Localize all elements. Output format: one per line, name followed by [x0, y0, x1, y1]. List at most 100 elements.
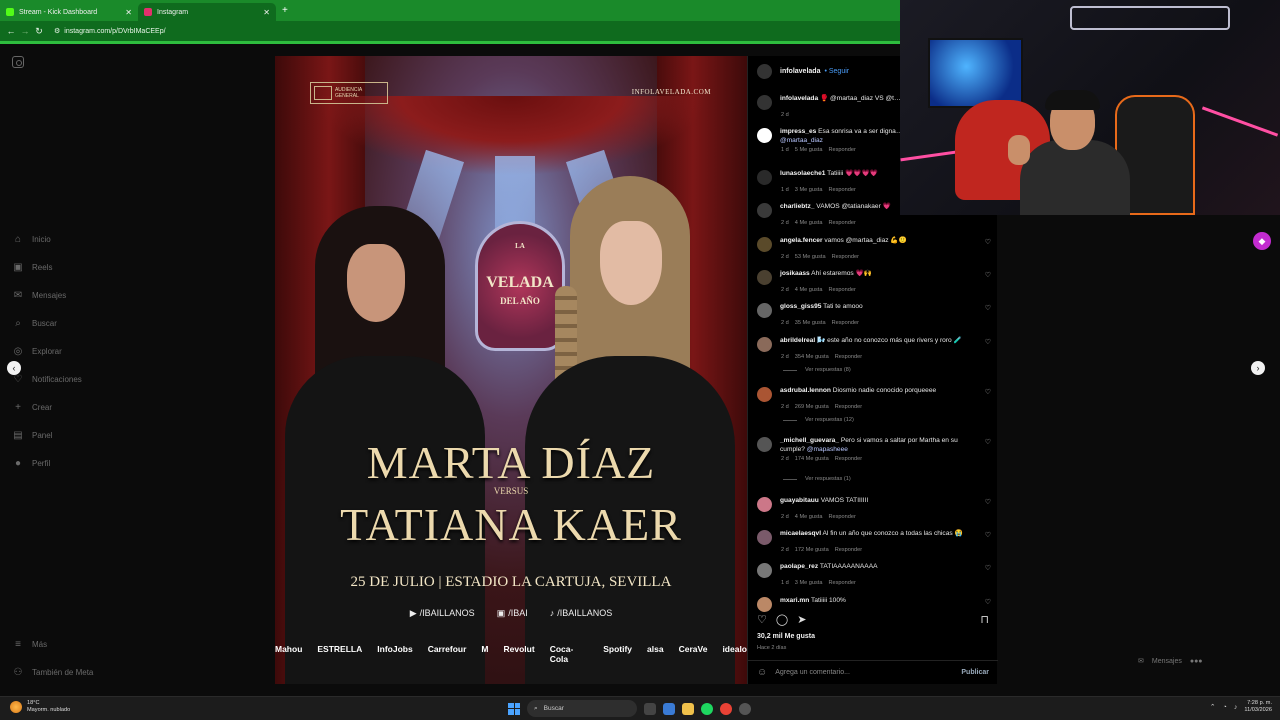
tab-instagram[interactable]: Instagram ✕ — [138, 3, 276, 21]
messages-dock[interactable]: ✉ Mensajes ●●● — [1138, 657, 1203, 666]
spotify-icon[interactable] — [701, 702, 713, 715]
file-explorer-icon[interactable] — [682, 702, 694, 715]
comment-user[interactable]: asdrubal.lennon — [780, 387, 831, 394]
reply-button[interactable]: Responder — [828, 220, 855, 226]
reply-button[interactable]: Responder — [828, 514, 855, 520]
speaker-icon[interactable]: ♪ — [1234, 704, 1238, 711]
sidebar-item-panel[interactable]: ▤ Panel — [12, 430, 52, 441]
close-tab-icon[interactable]: ✕ — [125, 8, 132, 17]
url-field[interactable]: ⚙ instagram.com/p/DVrbIMaCEEp/ — [54, 27, 166, 36]
share-send-icon[interactable]: ➤ — [797, 613, 806, 626]
comment-likes[interactable]: 174 Me gusta — [795, 456, 829, 462]
previous-post-arrow-icon[interactable]: ‹ — [7, 361, 21, 375]
comment-user[interactable]: paolape_rez — [780, 563, 818, 570]
comment-mention[interactable]: @mapasheee — [807, 446, 848, 453]
avatar[interactable] — [757, 203, 772, 218]
view-replies-button[interactable]: Ver respuestas (8) — [783, 367, 851, 373]
back-arrow-icon[interactable]: ← — [4, 26, 18, 36]
clock[interactable]: 7:28 p. m. 11/03/2026 — [1244, 700, 1272, 714]
reply-button[interactable]: Responder — [835, 456, 862, 462]
comment-likes[interactable]: 5 Me gusta — [795, 147, 823, 153]
avatar[interactable] — [757, 387, 772, 402]
avatar[interactable] — [757, 95, 772, 110]
like-heart-icon[interactable]: ♡ — [757, 613, 767, 626]
avatar[interactable] — [757, 63, 772, 79]
tab-kick-dashboard[interactable]: Stream - Kick Dashboard ✕ — [0, 3, 138, 21]
avatar[interactable] — [757, 237, 772, 252]
comment-user[interactable]: micaelaesqvl — [780, 530, 821, 537]
wifi-icon[interactable]: ◔ — [1223, 704, 1227, 711]
avatar[interactable] — [757, 270, 772, 285]
weather-widget[interactable]: 18°C Mayorm. nublado — [10, 700, 70, 714]
avatar[interactable] — [757, 170, 772, 185]
sidebar-item-meta[interactable]: ⚇ También de Meta — [12, 667, 94, 678]
close-tab-icon[interactable]: ✕ — [263, 8, 270, 17]
like-comment-heart-icon[interactable]: ♡ — [985, 531, 991, 539]
like-comment-heart-icon[interactable]: ♡ — [985, 598, 991, 606]
comment-user[interactable]: mxari.mn — [780, 597, 809, 604]
post-likes-count[interactable]: 30,2 mil Me gusta — [757, 633, 815, 640]
sidebar-item-perfil[interactable]: ● Perfil — [12, 458, 50, 469]
reply-button[interactable]: Responder — [828, 580, 855, 586]
comment-likes[interactable]: 3 Me gusta — [795, 580, 823, 586]
comment-likes[interactable]: 35 Me gusta — [795, 320, 826, 326]
emoji-smile-icon[interactable]: ☺ — [757, 667, 767, 678]
new-tab-button[interactable]: + — [282, 5, 288, 16]
like-comment-heart-icon[interactable]: ♡ — [985, 338, 991, 346]
like-comment-heart-icon[interactable]: ♡ — [985, 564, 991, 572]
site-info-icon[interactable]: ⚙ — [54, 27, 60, 35]
sidebar-item-explorar[interactable]: ◎ Explorar — [12, 346, 62, 357]
post-author[interactable]: infolavelada — [780, 68, 820, 75]
comment-user[interactable]: _michell_guevara_ — [780, 437, 839, 444]
comment-user[interactable]: charliebtz_ — [780, 203, 814, 210]
avatar[interactable] — [757, 497, 772, 512]
sidebar-item-buscar[interactable]: ⌕ Buscar — [12, 318, 57, 329]
sidebar-item-inicio[interactable]: ⌂ Inicio — [12, 234, 51, 245]
reply-button[interactable]: Responder — [828, 187, 855, 193]
sidebar-item-mas[interactable]: ≡ Más — [12, 639, 47, 650]
like-comment-heart-icon[interactable]: ♡ — [985, 238, 991, 246]
like-comment-heart-icon[interactable]: ♡ — [985, 388, 991, 396]
comment-input[interactable]: Agrega un comentario... — [775, 669, 850, 676]
avatar[interactable] — [757, 563, 772, 578]
view-replies-button[interactable]: Ver respuestas (12) — [783, 417, 854, 423]
reply-button[interactable]: Responder — [832, 320, 859, 326]
extension-badge-icon[interactable]: ◆ — [1253, 232, 1271, 250]
taskbar-search[interactable]: ⌕ Buscar — [527, 700, 637, 717]
reply-button[interactable]: Responder — [828, 147, 855, 153]
avatar[interactable] — [757, 597, 772, 612]
sidebar-item-mensajes[interactable]: ✉ Mensajes — [12, 290, 66, 301]
save-bookmark-icon[interactable]: ⊓ — [980, 613, 989, 626]
reply-button[interactable]: Responder — [832, 254, 859, 260]
reply-button[interactable]: Responder — [835, 354, 862, 360]
tray-overflow-icon[interactable]: ⌃ — [1210, 703, 1216, 711]
windows-start-icon[interactable] — [508, 702, 520, 715]
like-comment-heart-icon[interactable]: ♡ — [985, 304, 991, 312]
comment-likes[interactable]: 4 Me gusta — [795, 220, 823, 226]
comment-user[interactable]: lunasolaeche1 — [780, 170, 825, 177]
reply-button[interactable]: Responder — [828, 287, 855, 293]
like-comment-heart-icon[interactable]: ♡ — [985, 438, 991, 446]
avatar[interactable] — [757, 437, 772, 452]
comment-user[interactable]: gloss_giss95 — [780, 303, 821, 310]
comment-mention[interactable]: @martaa_diaz — [780, 137, 823, 144]
comment-likes[interactable]: 4 Me gusta — [795, 514, 823, 520]
sidebar-item-notificaciones[interactable]: ♡ Notificaciones — [12, 374, 82, 385]
avatar[interactable] — [757, 530, 772, 545]
sidebar-item-crear[interactable]: + Crear — [12, 402, 52, 413]
instagram-logo-icon[interactable] — [12, 56, 24, 68]
comment-likes[interactable]: 269 Me gusta — [795, 404, 829, 410]
reply-button[interactable]: Responder — [835, 547, 862, 553]
comment-likes[interactable]: 53 Me gusta — [795, 254, 826, 260]
follow-button[interactable]: • Seguir — [824, 68, 849, 75]
reply-button[interactable]: Responder — [835, 404, 862, 410]
obs-icon[interactable] — [739, 702, 751, 715]
next-post-arrow-icon[interactable]: › — [1251, 361, 1265, 375]
comment-user[interactable]: josikaass — [780, 270, 810, 277]
copilot-icon[interactable] — [663, 702, 675, 715]
like-comment-heart-icon[interactable]: ♡ — [985, 498, 991, 506]
forward-arrow-icon[interactable]: → — [18, 26, 32, 36]
task-view-icon[interactable] — [644, 702, 656, 715]
comment-user[interactable]: impress_es — [780, 128, 816, 135]
post-image[interactable]: AUDIENCIA GENERAL INFOLAVELADA.COM LA VE… — [275, 56, 747, 684]
